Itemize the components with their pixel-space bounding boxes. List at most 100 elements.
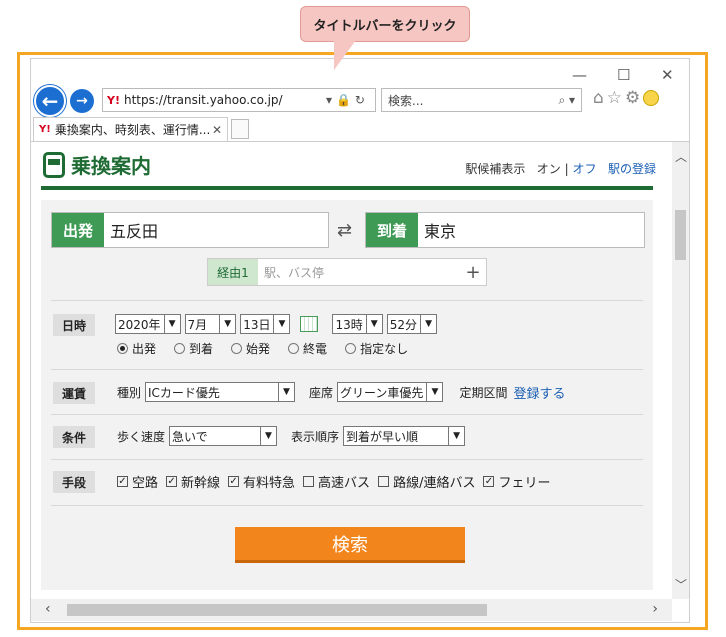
checkbox-air[interactable]: ✓ 空路 bbox=[117, 472, 158, 491]
minute-select[interactable]: 52分 ▼ bbox=[386, 314, 438, 334]
year-select[interactable]: 2020年 ▼ bbox=[115, 314, 181, 334]
chevron-down-icon[interactable]: ﹀ bbox=[675, 576, 687, 593]
radio-dot-icon bbox=[174, 343, 186, 354]
radio-dot-icon bbox=[288, 343, 300, 354]
tab-close-icon[interactable]: ✕ bbox=[212, 123, 222, 137]
seat-select[interactable]: グリーン車優先 ▼ bbox=[337, 382, 444, 402]
month-select[interactable]: 7月 ▼ bbox=[184, 314, 237, 334]
from-field[interactable]: 出発 五反田 bbox=[51, 212, 329, 248]
minimize-button[interactable]: — bbox=[572, 66, 587, 84]
means-label: 手段 bbox=[53, 471, 95, 493]
checkbox-label: 有料特急 bbox=[243, 476, 296, 491]
radio-dot-icon bbox=[345, 343, 357, 354]
checkbox-checked-icon: ✓ bbox=[483, 476, 495, 487]
checkbox-label: フェリー bbox=[498, 476, 551, 491]
swap-stations-icon[interactable]: ⇄ bbox=[337, 220, 352, 241]
from-label: 出発 bbox=[52, 213, 104, 247]
site-logo[interactable]: 乗換案内 bbox=[43, 150, 151, 179]
checkbox-highway-bus[interactable]: 高速バス bbox=[303, 472, 370, 491]
vertical-scrollbar[interactable]: ︿ ﹀ bbox=[672, 142, 689, 599]
fare-row: 種別 ICカード優先 ▼ 座席 グリーン車優先 ▼ 定期区間 登録する bbox=[117, 382, 565, 402]
header-links: 駅候補表示 オン | オフ 駅の登録 bbox=[465, 160, 656, 177]
radio-label: 始発 bbox=[246, 342, 271, 356]
radio-first-train[interactable]: 始発 bbox=[231, 340, 270, 357]
radio-label: 出発 bbox=[132, 342, 157, 356]
calendar-icon[interactable] bbox=[300, 316, 319, 332]
suggest-on-text: オン bbox=[536, 162, 561, 176]
means-checkboxes: ✓ 空路 ✓ 新幹線 ✓ 有料特急 高速バス 路線/連絡バス ✓ フェリー bbox=[117, 472, 558, 491]
feedback-smiley-icon[interactable] bbox=[643, 90, 660, 106]
divider bbox=[51, 369, 643, 370]
toolbar-icons: ⌂☆⚙ bbox=[593, 88, 660, 108]
month-value: 7月 bbox=[187, 317, 208, 332]
home-icon[interactable]: ⌂ bbox=[593, 88, 607, 108]
chevron-up-icon[interactable]: ︿ bbox=[675, 148, 687, 165]
chevron-down-icon: ▼ bbox=[163, 315, 180, 333]
walk-speed-label: 歩く速度 bbox=[117, 429, 166, 444]
fare-label: 運賃 bbox=[53, 382, 95, 404]
tab-title[interactable]: 乗換案内、時刻表、運行情... bbox=[55, 121, 210, 138]
favorites-star-icon[interactable]: ☆ bbox=[607, 88, 625, 108]
train-icon bbox=[43, 151, 65, 178]
nav-buttons: ← → bbox=[34, 85, 94, 117]
header-divider bbox=[41, 186, 653, 190]
checkbox-ferry[interactable]: ✓ フェリー bbox=[483, 472, 550, 491]
scroll-thumb[interactable] bbox=[675, 210, 686, 260]
address-tools-icon[interactable]: ▾🔒↻ bbox=[326, 93, 369, 107]
fare-type-value: ICカード優先 bbox=[148, 385, 220, 400]
radio-arrival[interactable]: 到着 bbox=[174, 340, 213, 357]
search-button[interactable]: 検索 bbox=[235, 527, 465, 563]
search-icon[interactable]: ⌕ ▾ bbox=[558, 93, 575, 108]
browser-search-input[interactable]: 検索... ⌕ ▾ bbox=[381, 88, 582, 112]
sort-order-select[interactable]: 到着が早い順 ▼ bbox=[343, 426, 466, 446]
radio-unspecified[interactable]: 指定なし bbox=[345, 340, 408, 357]
hour-value: 13時 bbox=[335, 317, 363, 332]
to-input[interactable]: 東京 bbox=[418, 213, 456, 247]
logo-text: 乗換案内 bbox=[71, 154, 151, 178]
instruction-callout: タイトルバーをクリック bbox=[300, 6, 470, 42]
scroll-thumb[interactable] bbox=[67, 604, 487, 616]
hour-select[interactable]: 13時 ▼ bbox=[332, 314, 383, 334]
new-tab-icon[interactable] bbox=[231, 119, 249, 139]
horizontal-scrollbar[interactable]: ‹ › bbox=[31, 599, 672, 621]
register-commuter-link[interactable]: 登録する bbox=[513, 383, 565, 402]
back-arrow-icon[interactable]: ← bbox=[34, 85, 66, 117]
maximize-button[interactable]: ☐ bbox=[617, 66, 630, 84]
checkbox-limited-express[interactable]: ✓ 有料特急 bbox=[228, 472, 295, 491]
chevron-down-icon: ▼ bbox=[273, 315, 289, 333]
checkbox-route-bus[interactable]: 路線/連絡バス bbox=[378, 472, 475, 491]
checkbox-label: 高速バス bbox=[318, 476, 371, 491]
suggest-off-link[interactable]: オフ bbox=[573, 162, 597, 176]
forward-arrow-icon[interactable]: → bbox=[70, 89, 94, 113]
via-field[interactable]: 経由1 駅、バス停 + bbox=[207, 258, 487, 286]
checkbox-empty-icon bbox=[303, 476, 315, 487]
add-via-plus-icon[interactable]: + bbox=[460, 259, 486, 285]
close-button[interactable]: ✕ bbox=[661, 66, 674, 84]
conditions-label: 条件 bbox=[53, 426, 95, 448]
address-bar[interactable]: Y! https://transit.yahoo.co.jp/ ▾🔒↻ bbox=[102, 88, 376, 112]
to-label: 到着 bbox=[366, 213, 418, 247]
checkbox-shinkansen[interactable]: ✓ 新幹線 bbox=[166, 472, 220, 491]
via-input[interactable]: 駅、バス停 bbox=[258, 259, 460, 285]
radio-last-train[interactable]: 終電 bbox=[288, 340, 327, 357]
walk-speed-select[interactable]: 急いで ▼ bbox=[169, 426, 278, 446]
datetime-selects: 2020年 ▼ 7月 ▼ 13日 ▼ 13時 ▼ 52分 ▼ bbox=[115, 314, 441, 334]
to-field[interactable]: 到着 東京 bbox=[365, 212, 645, 248]
settings-gear-icon[interactable]: ⚙ bbox=[625, 88, 643, 108]
chevron-down-icon: ▼ bbox=[420, 315, 436, 333]
radio-departure[interactable]: 出発 bbox=[117, 340, 156, 357]
tab-favicon-icon: Y! bbox=[39, 124, 51, 135]
register-station-link[interactable]: 駅の登録 bbox=[608, 162, 656, 176]
divider bbox=[51, 414, 643, 415]
chevron-right-icon[interactable]: › bbox=[652, 601, 658, 617]
via-label: 経由1 bbox=[208, 259, 258, 285]
checkbox-empty-icon bbox=[378, 476, 390, 487]
fare-type-select[interactable]: ICカード優先 ▼ bbox=[145, 382, 296, 402]
url-text[interactable]: https://transit.yahoo.co.jp/ bbox=[124, 93, 283, 107]
browser-tab[interactable]: Y! 乗換案内、時刻表、運行情... ✕ bbox=[33, 117, 228, 141]
day-select[interactable]: 13日 ▼ bbox=[240, 314, 291, 334]
day-value: 13日 bbox=[243, 317, 271, 332]
station-suggest-label: 駅候補表示 bbox=[465, 162, 526, 176]
chevron-left-icon[interactable]: ‹ bbox=[45, 601, 51, 617]
from-input[interactable]: 五反田 bbox=[104, 213, 158, 247]
